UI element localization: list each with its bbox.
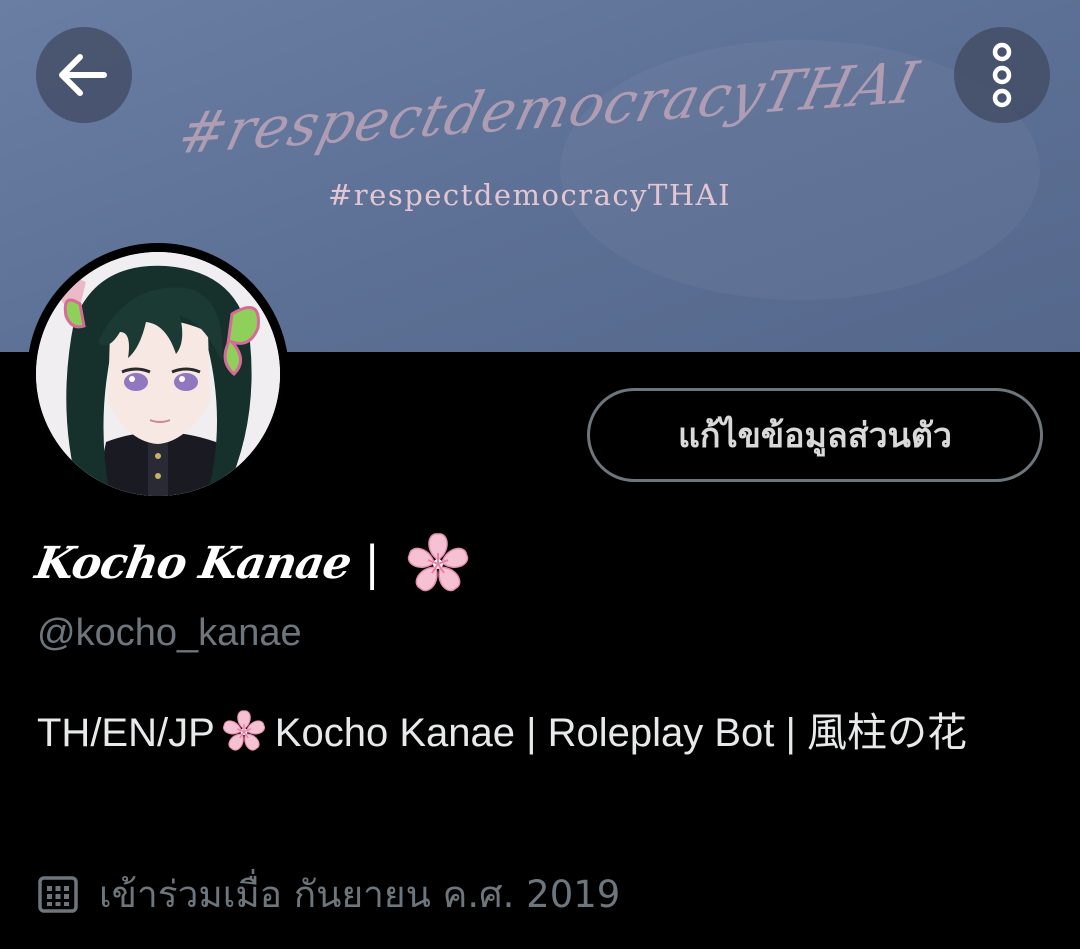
bio-languages: TH/EN/JP: [37, 711, 215, 755]
username-handle: @kocho_kanae: [37, 612, 302, 654]
more-vertical-icon: [992, 42, 1012, 108]
calendar-icon: [38, 876, 78, 913]
more-options-button[interactable]: [954, 27, 1050, 123]
cherry-blossom-icon: [407, 533, 469, 592]
display-name-text: Kocho Kanae: [31, 537, 355, 589]
joined-date-text: เข้าร่วมเมื่อ กันยายน ค.ศ. 2019: [99, 872, 621, 916]
display-name: Kocho Kanae |: [32, 528, 474, 598]
avatar[interactable]: [36, 252, 280, 496]
cherry-blossom-icon: [222, 710, 265, 751]
banner-hashtag: #respectdemocracyTHAI: [328, 178, 732, 212]
edit-profile-button[interactable]: แก้ไขข้อมูลส่วนตัว: [587, 388, 1043, 482]
avatar-anime-character: [36, 252, 280, 496]
bio-description: Kocho Kanae | Roleplay Bot | 風柱の花: [274, 711, 968, 755]
profile-bio: TH/EN/JP Kocho Kanae | Roleplay Bot | 風柱…: [37, 700, 1037, 766]
display-name-separator: |: [364, 536, 380, 590]
arrow-left-icon: [59, 54, 107, 96]
joined-date: เข้าร่วมเมื่อ กันยายน ค.ศ. 2019: [37, 866, 620, 922]
back-button[interactable]: [36, 27, 132, 123]
